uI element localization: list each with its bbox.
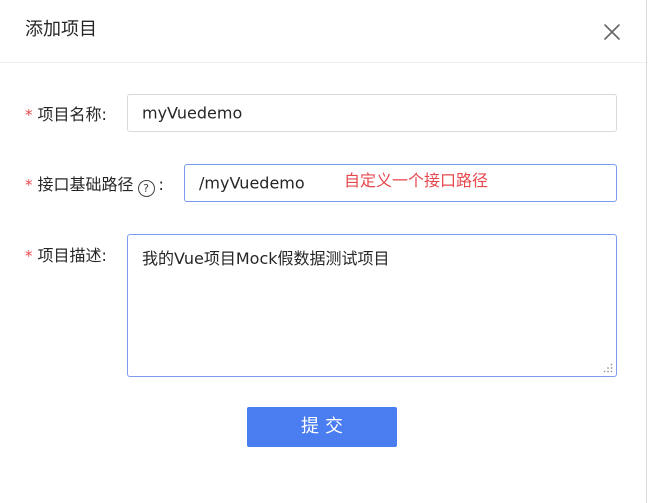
base-path-value: /myVuedemo <box>199 173 305 193</box>
project-name-input[interactable]: myVuedemo <box>127 94 617 132</box>
add-project-dialog: 添加项目 * 项目名称: myVuedemo * 接口基础路径?: /myVuede… <box>0 0 648 503</box>
dialog-header: 添加项目 <box>0 0 648 63</box>
base-path-annotation: 自定义一个接口路径 <box>344 171 489 190</box>
close-icon[interactable] <box>600 20 624 44</box>
description-label-text: 项目描述: <box>37 246 107 265</box>
required-mark: * <box>25 247 33 265</box>
dialog-title: 添加项目 <box>25 19 97 40</box>
description-value: 我的Vue项目Mock假数据测试项目 <box>142 249 390 268</box>
base-path-label: * 接口基础路径?: <box>25 174 164 197</box>
project-name-label-text: 项目名称: <box>37 105 107 124</box>
description-label: * 项目描述: <box>25 245 107 267</box>
question-circle-icon[interactable]: ? <box>137 180 155 197</box>
resize-handle-icon[interactable] <box>603 363 613 373</box>
required-mark: * <box>25 176 33 194</box>
base-path-label-suffix: : <box>158 175 164 194</box>
base-path-label-text: 接口基础路径 <box>37 175 134 194</box>
description-textarea[interactable]: 我的Vue项目Mock假数据测试项目 <box>127 234 617 377</box>
project-name-value: myVuedemo <box>142 103 243 123</box>
project-name-label: * 项目名称: <box>25 104 107 126</box>
submit-button[interactable]: 提交 <box>247 407 397 447</box>
required-mark: * <box>25 106 33 124</box>
